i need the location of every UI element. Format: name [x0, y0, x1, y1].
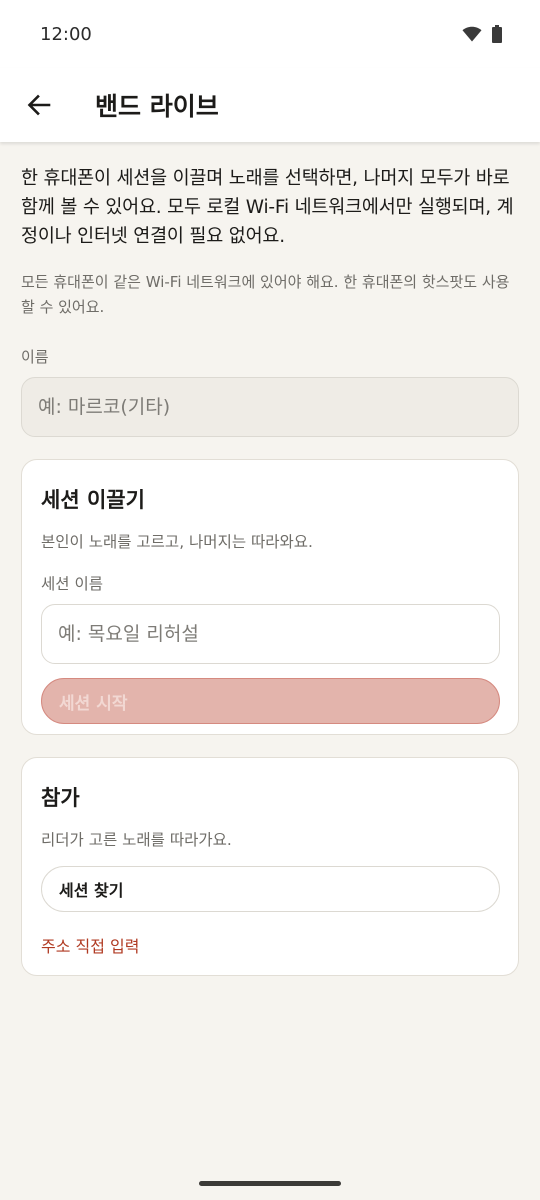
intro-description: 한 휴대폰이 세션을 이끌며 노래를 선택하면, 나머지 모두가 바로 함께 볼…: [21, 168, 514, 247]
main-content: 한 휴대폰이 세션을 이끌며 노래를 선택하면, 나머지 모두가 바로 함께 볼…: [0, 142, 540, 976]
back-button[interactable]: [24, 90, 54, 120]
network-note: 모든 휴대폰이 같은 Wi-Fi 네트워크에 있어야 해요. 한 휴대폰의 핫스…: [21, 273, 510, 316]
status-bar: 12:00: [0, 0, 540, 68]
session-name-input[interactable]: [41, 604, 500, 664]
lead-card-title: 세션 이끌기: [41, 488, 145, 512]
start-session-button[interactable]: 세션 시작: [41, 678, 500, 724]
page-title: 밴드 라이브: [95, 92, 219, 121]
wifi-icon: [462, 26, 482, 42]
name-input[interactable]: [21, 377, 519, 437]
app-bar: 밴드 라이브: [0, 68, 540, 142]
find-session-button[interactable]: 세션 찾기: [41, 866, 500, 912]
back-arrow-icon: [27, 94, 51, 116]
manual-address-link[interactable]: 주소 직접 입력: [41, 933, 499, 957]
name-label: 이름: [21, 348, 49, 366]
session-name-label: 세션 이름: [41, 575, 103, 593]
gesture-nav-handle[interactable]: [199, 1181, 341, 1186]
lead-session-card: 세션 이끌기 본인이 노래를 고르고, 나머지는 따라와요. 세션 이름 세션 …: [21, 459, 519, 735]
battery-icon: [492, 25, 502, 43]
lead-card-subtitle: 본인이 노래를 고르고, 나머지는 따라와요.: [41, 533, 313, 551]
status-icons: [462, 25, 502, 43]
join-card-subtitle: 리더가 고른 노래를 따라가요.: [41, 831, 232, 849]
join-card-title: 참가: [41, 786, 80, 810]
status-time: 12:00: [40, 23, 92, 45]
join-session-card: 참가 리더가 고른 노래를 따라가요. 세션 찾기 주소 직접 입력: [21, 757, 519, 976]
